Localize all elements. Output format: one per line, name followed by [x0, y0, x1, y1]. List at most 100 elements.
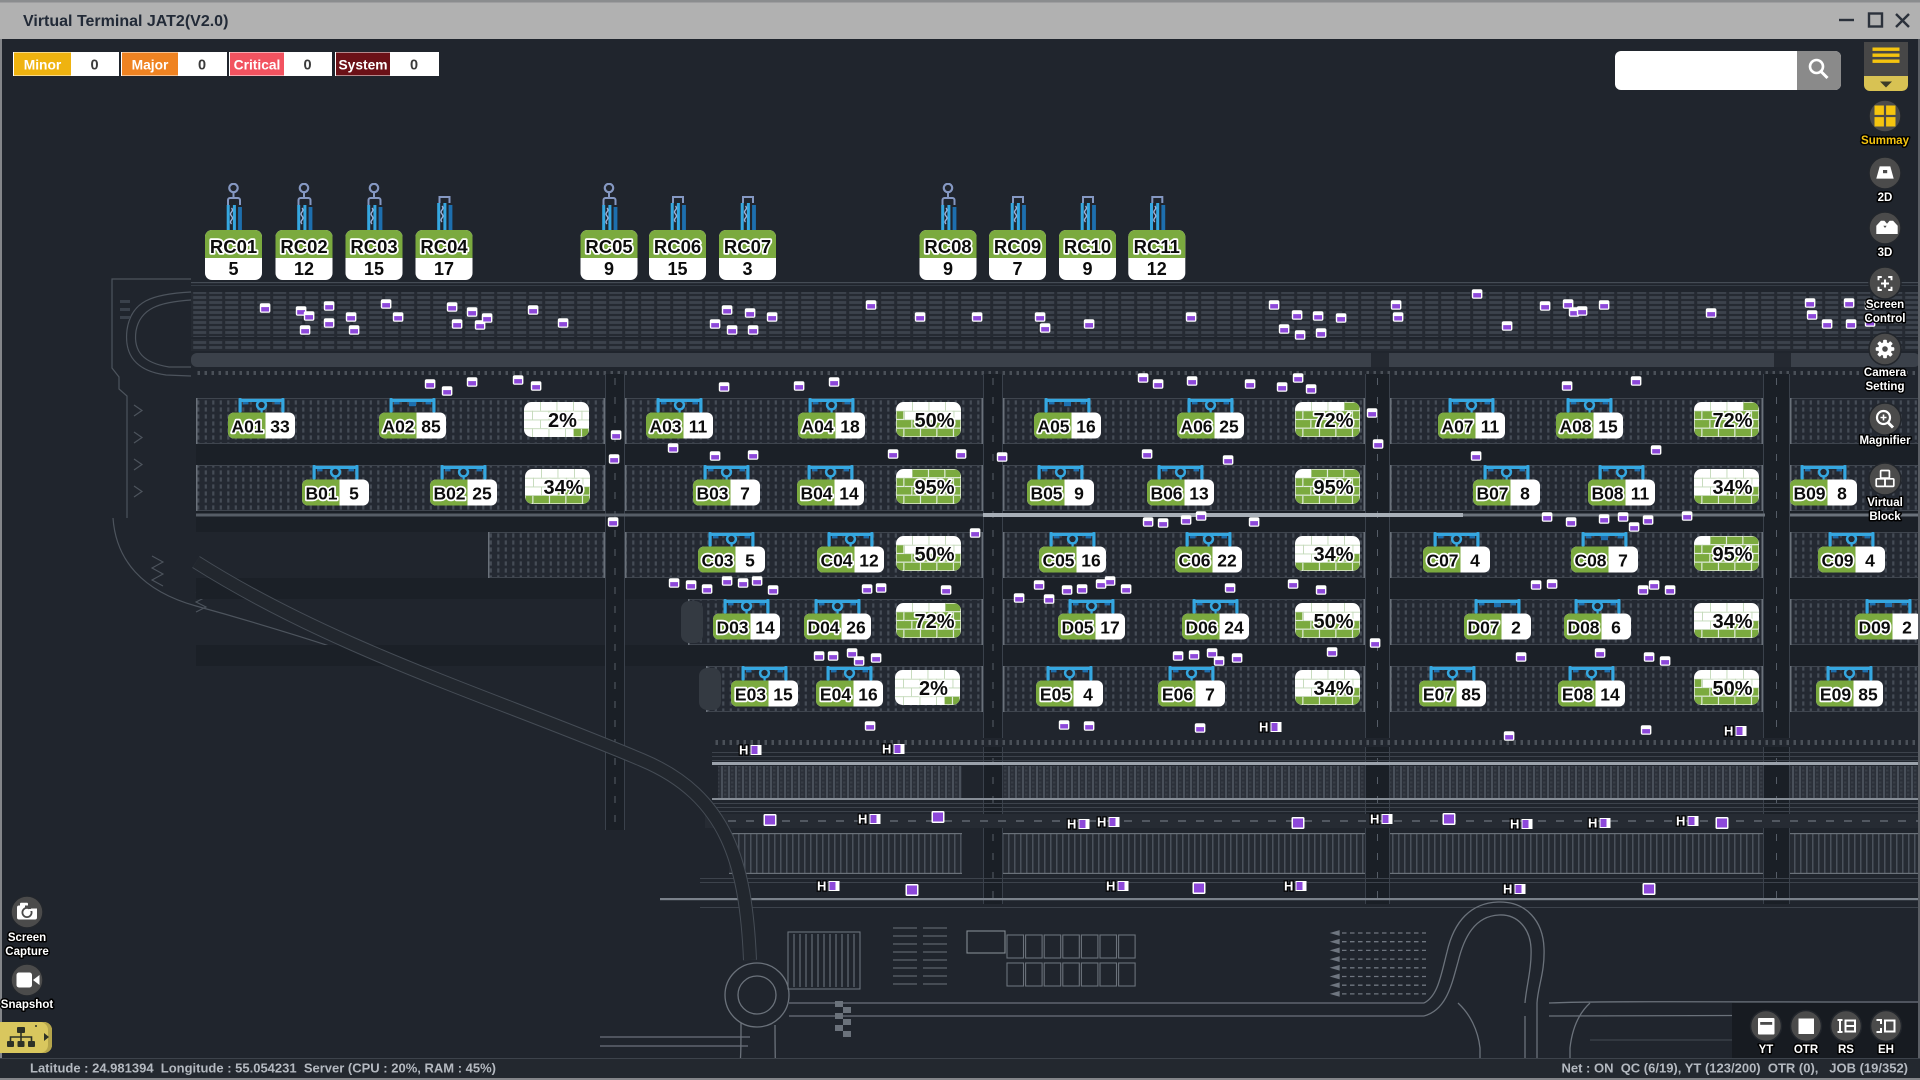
svg-text:E03: E03 — [735, 685, 766, 705]
svg-text:E06: E06 — [1162, 685, 1193, 705]
svg-text:YT: YT — [1759, 1044, 1774, 1056]
svg-text:A03: A03 — [649, 417, 681, 437]
svg-text:B05: B05 — [1030, 484, 1062, 504]
svg-text:RC05: RC05 — [585, 236, 632, 257]
svg-text:16: 16 — [1076, 417, 1096, 437]
svg-text:16: 16 — [1081, 551, 1101, 571]
svg-text:B04: B04 — [800, 484, 832, 504]
svg-text:25: 25 — [472, 484, 492, 504]
svg-text:9: 9 — [604, 259, 614, 279]
svg-text:5: 5 — [745, 551, 755, 571]
svg-text:RC03: RC03 — [350, 236, 397, 257]
svg-text:4: 4 — [1470, 551, 1480, 571]
svg-text:RC06: RC06 — [654, 236, 701, 257]
svg-text:18: 18 — [840, 417, 860, 437]
svg-text:RC04: RC04 — [420, 236, 468, 257]
svg-text:22: 22 — [1217, 551, 1237, 571]
svg-text:Setting: Setting — [1866, 381, 1905, 393]
svg-text:34%: 34% — [1313, 544, 1353, 566]
svg-text:RC02: RC02 — [280, 236, 327, 257]
svg-text:15: 15 — [667, 259, 687, 279]
svg-text:16: 16 — [858, 685, 878, 705]
svg-text:72%: 72% — [1313, 410, 1353, 432]
svg-text:72%: 72% — [1712, 410, 1752, 432]
svg-text:RC08: RC08 — [924, 236, 971, 257]
svg-text:C06: C06 — [1178, 551, 1210, 571]
svg-text:26: 26 — [846, 618, 866, 638]
svg-text:24: 24 — [1224, 618, 1244, 638]
svg-text:6: 6 — [1611, 618, 1621, 638]
svg-text:34%: 34% — [1712, 477, 1752, 499]
svg-text:OTR: OTR — [1794, 1044, 1819, 1056]
svg-text:B06: B06 — [1150, 484, 1182, 504]
svg-text:14: 14 — [1600, 685, 1620, 705]
svg-text:12: 12 — [294, 259, 314, 279]
svg-text:25: 25 — [1219, 417, 1239, 437]
svg-text:A05: A05 — [1037, 417, 1069, 437]
svg-text:14: 14 — [839, 484, 859, 504]
svg-text:95%: 95% — [1712, 544, 1752, 566]
svg-text:RC01: RC01 — [210, 236, 257, 257]
svg-text:34%: 34% — [1712, 611, 1752, 633]
svg-text:Minor: Minor — [24, 58, 62, 73]
svg-text:7: 7 — [740, 484, 750, 504]
svg-text:0: 0 — [90, 58, 98, 74]
svg-text:Screen: Screen — [8, 932, 46, 944]
svg-text:0: 0 — [303, 58, 311, 74]
svg-text:A07: A07 — [1441, 417, 1473, 437]
svg-text:95%: 95% — [914, 477, 954, 499]
svg-text:Latitude : 24.981394 Longitud: Latitude : 24.981394 Longitude : 55.0542… — [30, 1061, 496, 1076]
svg-text:17: 17 — [1100, 618, 1119, 638]
svg-text:C09: C09 — [1821, 551, 1853, 571]
svg-text:2%: 2% — [548, 410, 577, 432]
svg-text:A06: A06 — [1180, 417, 1212, 437]
svg-text:A02: A02 — [382, 417, 414, 437]
svg-text:RC09: RC09 — [994, 236, 1041, 257]
svg-text:System: System — [338, 58, 387, 73]
svg-text:Net : ON QC (6/19), YT (123/2: Net : ON QC (6/19), YT (123/200) OTR (0)… — [1561, 1061, 1908, 1076]
svg-text:D04: D04 — [807, 618, 839, 638]
svg-text:A04: A04 — [801, 417, 833, 437]
svg-text:0: 0 — [410, 58, 418, 74]
svg-text:0: 0 — [198, 58, 206, 74]
svg-text:33: 33 — [270, 417, 290, 437]
svg-text:Magnifier: Magnifier — [1859, 435, 1911, 447]
svg-text:D09: D09 — [1858, 618, 1890, 638]
svg-text:14: 14 — [755, 618, 775, 638]
svg-text:B03: B03 — [696, 484, 728, 504]
svg-text:D05: D05 — [1061, 618, 1093, 638]
svg-text:11: 11 — [1631, 484, 1650, 504]
svg-text:Major: Major — [132, 58, 169, 73]
svg-text:E07: E07 — [1423, 685, 1454, 705]
svg-text:Summay: Summay — [1861, 135, 1910, 147]
svg-text:C07: C07 — [1426, 551, 1458, 571]
svg-text:8: 8 — [1837, 484, 1847, 504]
svg-text:B08: B08 — [1591, 484, 1623, 504]
svg-text:A08: A08 — [1559, 417, 1591, 437]
svg-text:85: 85 — [1858, 685, 1878, 705]
svg-text:13: 13 — [1189, 484, 1209, 504]
svg-text:Virtual Terminal JAT2(V2.0): Virtual Terminal JAT2(V2.0) — [23, 13, 228, 30]
svg-text:Virtual: Virtual — [1867, 497, 1903, 509]
svg-text:8: 8 — [1520, 484, 1530, 504]
svg-text:15: 15 — [364, 259, 384, 279]
svg-text:RS: RS — [1838, 1044, 1854, 1056]
svg-text:D07: D07 — [1467, 618, 1499, 638]
svg-text:2%: 2% — [919, 678, 948, 700]
svg-text:12: 12 — [1147, 259, 1167, 279]
svg-text:9: 9 — [1074, 484, 1084, 504]
svg-text:12: 12 — [859, 551, 879, 571]
svg-text:B07: B07 — [1476, 484, 1508, 504]
svg-text:50%: 50% — [1712, 678, 1752, 700]
svg-text:5: 5 — [228, 259, 238, 279]
svg-text:E04: E04 — [820, 685, 851, 705]
svg-text:4: 4 — [1083, 685, 1093, 705]
svg-text:Snapshot: Snapshot — [1, 999, 54, 1011]
svg-text:B02: B02 — [433, 484, 465, 504]
svg-text:C05: C05 — [1042, 551, 1074, 571]
svg-text:34%: 34% — [1313, 678, 1353, 700]
svg-text:RC07: RC07 — [724, 236, 771, 257]
svg-text:17: 17 — [434, 259, 454, 279]
svg-text:15: 15 — [1598, 417, 1618, 437]
svg-text:85: 85 — [1461, 685, 1481, 705]
